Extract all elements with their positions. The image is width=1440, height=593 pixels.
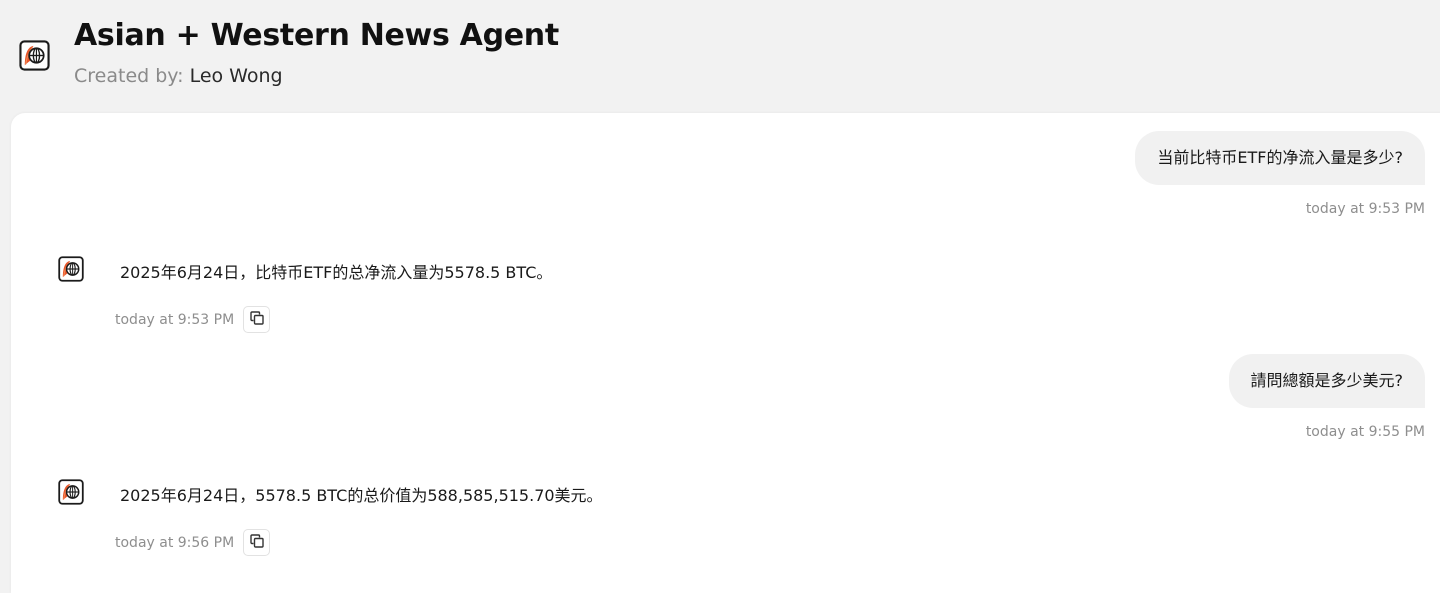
message-timestamp: today at 9:53 PM: [1305, 201, 1425, 217]
creator-name[interactable]: Leo Wong: [190, 65, 283, 87]
message-timestamp: today at 9:53 PM: [115, 312, 235, 328]
agent-avatar-icon: [58, 479, 84, 505]
creator-line: Created by: Leo Wong: [74, 65, 283, 87]
message-timestamp: today at 9:56 PM: [115, 535, 235, 551]
user-message-bubble: 当前比特币ETF的净流入量是多少?: [1135, 131, 1425, 185]
assistant-message: 2025年6月24日，比特币ETF的总净流入量为5578.5 BTC。: [120, 263, 553, 282]
copy-button[interactable]: [243, 306, 270, 333]
chat-panel: 当前比特币ETF的净流入量是多少? today at 9:53 PM 2025年…: [11, 113, 1440, 593]
message-timestamp: today at 9:55 PM: [1305, 424, 1425, 440]
agent-logo-icon: [19, 40, 50, 71]
copy-icon: [249, 533, 265, 553]
agent-header: Asian + Western News Agent Created by: Le…: [0, 0, 1440, 113]
copy-button[interactable]: [243, 529, 270, 556]
created-by-label: Created by:: [74, 65, 184, 87]
user-message-bubble: 請問總額是多少美元?: [1228, 354, 1425, 408]
agent-avatar-icon: [58, 256, 84, 282]
agent-title: Asian + Western News Agent: [74, 18, 559, 53]
assistant-message: 2025年6月24日，5578.5 BTC的总价值为588,585,515.70…: [120, 486, 603, 505]
copy-icon: [249, 310, 265, 330]
